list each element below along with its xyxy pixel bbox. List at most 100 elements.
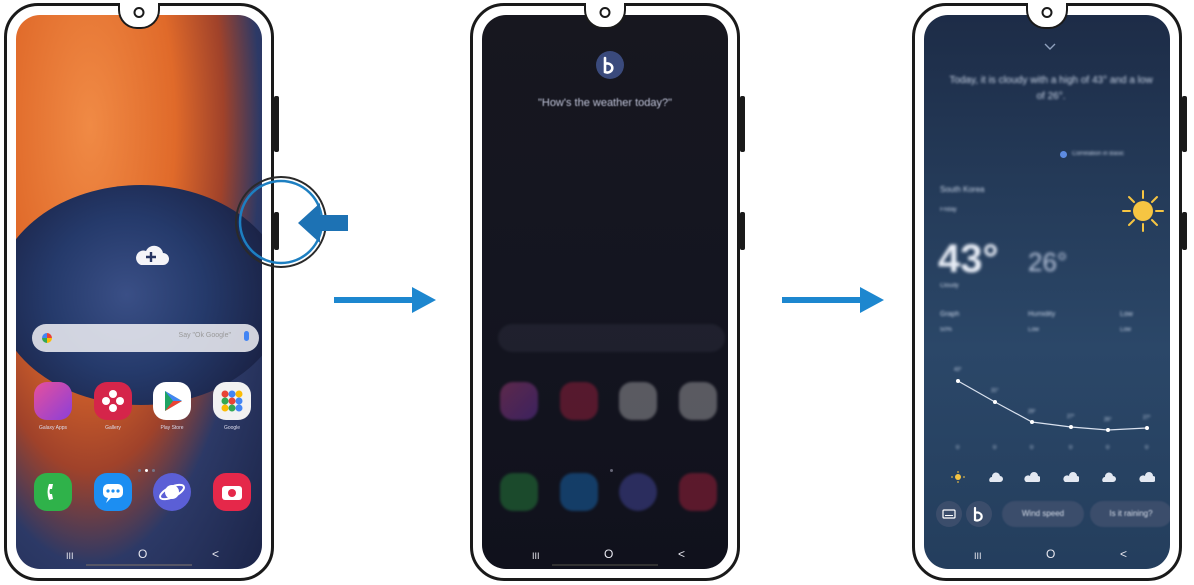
- gallery-icon: [560, 382, 598, 420]
- low-temperature: 26°: [1028, 247, 1068, 277]
- navigation-bar: III O <: [16, 539, 262, 569]
- galaxy-apps-icon: [500, 382, 538, 420]
- keyboard-icon: [942, 509, 956, 519]
- recent-apps-button[interactable]: III: [974, 551, 982, 561]
- high-temperature: 43°: [938, 237, 999, 281]
- camera-app-icon[interactable]: [213, 473, 251, 511]
- home-indicator: [86, 564, 192, 566]
- wallpaper-swirl: [16, 185, 262, 405]
- hourly-temp-label: 29°: [1028, 409, 1036, 415]
- day-text: Friday: [940, 207, 957, 213]
- stat-value: Low: [1120, 327, 1132, 333]
- hourly-temp-label: 43°: [954, 367, 962, 373]
- stat-label: Low: [1120, 311, 1133, 318]
- navigation-bar: III O <: [482, 539, 728, 569]
- hourly-temp-label: 27°: [1067, 414, 1075, 420]
- stat-label: Graph: [940, 311, 960, 318]
- side-key[interactable]: [1182, 212, 1187, 250]
- app-label: Galaxy Apps: [38, 425, 68, 431]
- bixby-response-text: Today, it is cloudy with a high of 43° a…: [949, 75, 1153, 102]
- page-indicator: [136, 459, 160, 472]
- app-label: Google: [223, 425, 241, 431]
- internet-app-icon[interactable]: [153, 473, 191, 511]
- back-button[interactable]: <: [212, 547, 219, 561]
- location-text: South Korea: [940, 185, 985, 194]
- google-folder-icon[interactable]: [213, 382, 251, 420]
- cloudy-icon: [1063, 472, 1079, 482]
- sunny-icon: [951, 471, 965, 483]
- internet-app-icon: [619, 473, 657, 511]
- voice-query-text: "How's the weather today?": [537, 97, 673, 109]
- flow-arrow-icon: [334, 287, 436, 313]
- front-camera-icon: [1041, 7, 1053, 18]
- home-button[interactable]: O: [604, 547, 613, 561]
- phone-weather-result: Today, it is cloudy with a high of 43° a…: [912, 3, 1187, 581]
- bixby-icon[interactable]: [596, 51, 624, 79]
- chevron-down-icon[interactable]: [1044, 43, 1056, 51]
- bixby-voice-screen: "How's the weather today?" III O <: [482, 15, 728, 569]
- hourly-temp-label: 27°: [1143, 415, 1151, 421]
- suggestion-chip-wind-speed[interactable]: Wind speed: [1002, 501, 1084, 527]
- home-button[interactable]: O: [138, 547, 147, 561]
- sunny-icon: [1122, 190, 1164, 232]
- hourly-precip: 0: [993, 445, 997, 451]
- google-search-bar: [498, 324, 725, 352]
- phone-bixby-voice: "How's the weather today?" III O <: [470, 3, 745, 581]
- suggestion-chip-raining[interactable]: Is it raining?: [1090, 501, 1170, 527]
- home-indicator: [552, 564, 658, 566]
- search-placeholder: Say "Ok Google": [178, 332, 231, 339]
- hourly-precip: 0: [956, 445, 960, 451]
- phone-app-icon: [500, 473, 538, 511]
- cloudy-icon: [1024, 472, 1040, 482]
- hourly-precip: 0: [1030, 445, 1034, 451]
- mic-icon[interactable]: [244, 331, 249, 341]
- recent-apps-button[interactable]: III: [66, 551, 74, 561]
- hourly-temp-label: 31°: [991, 388, 999, 394]
- source-icon: [1060, 151, 1067, 158]
- hourly-temp-label: 26°: [1104, 417, 1112, 423]
- stat-value: Low: [1028, 327, 1040, 333]
- messages-app-icon[interactable]: [94, 473, 132, 511]
- weather-result-screen: Today, it is cloudy with a high of 43° a…: [924, 15, 1170, 569]
- play-store-icon[interactable]: [153, 382, 191, 420]
- bixby-icon: [973, 506, 983, 522]
- play-store-icon: [619, 382, 657, 420]
- press-arrow-icon: [298, 203, 348, 243]
- home-screen: Say "Ok Google" Galaxy Apps Gallery Play…: [16, 15, 262, 569]
- stat-label: Humidity: [1028, 311, 1056, 318]
- stat-value: 50%: [940, 327, 953, 333]
- back-button[interactable]: <: [678, 547, 685, 561]
- partly-cloudy-night-icon: [1102, 472, 1116, 482]
- cloudy-icon: [1139, 472, 1155, 482]
- google-icon: [42, 333, 52, 343]
- volume-key[interactable]: [274, 96, 279, 152]
- google-folder-icon: [679, 382, 717, 420]
- cloud-add-icon[interactable]: [133, 243, 169, 267]
- hourly-precip: 0: [1106, 445, 1110, 451]
- volume-key[interactable]: [740, 96, 745, 152]
- phone-home-screen: Say "Ok Google" Galaxy Apps Gallery Play…: [4, 3, 279, 581]
- phone-app-icon[interactable]: [34, 473, 72, 511]
- gallery-icon[interactable]: [94, 382, 132, 420]
- partly-cloudy-night-icon: [989, 472, 1003, 482]
- keyboard-button[interactable]: [936, 501, 962, 527]
- condition-text: Cloudy: [940, 283, 959, 289]
- volume-key[interactable]: [1182, 96, 1187, 152]
- side-key[interactable]: [740, 212, 745, 250]
- navigation-bar: III O <: [924, 539, 1170, 569]
- source-text: Correlation in Basic: [1072, 151, 1125, 157]
- messages-app-icon: [560, 473, 598, 511]
- front-camera-icon: [599, 7, 611, 18]
- galaxy-apps-icon[interactable]: [34, 382, 72, 420]
- page-indicator: [608, 459, 632, 472]
- back-button[interactable]: <: [1120, 547, 1127, 561]
- google-search-bar[interactable]: Say "Ok Google": [32, 324, 259, 352]
- recent-apps-button[interactable]: III: [532, 551, 540, 561]
- app-label: Gallery: [105, 425, 121, 431]
- home-button[interactable]: O: [1046, 547, 1055, 561]
- flow-arrow-icon: [782, 287, 884, 313]
- hourly-precip: 0: [1145, 445, 1149, 451]
- hourly-precip: 0: [1069, 445, 1073, 451]
- camera-app-icon: [679, 473, 717, 511]
- bixby-button[interactable]: [966, 501, 992, 527]
